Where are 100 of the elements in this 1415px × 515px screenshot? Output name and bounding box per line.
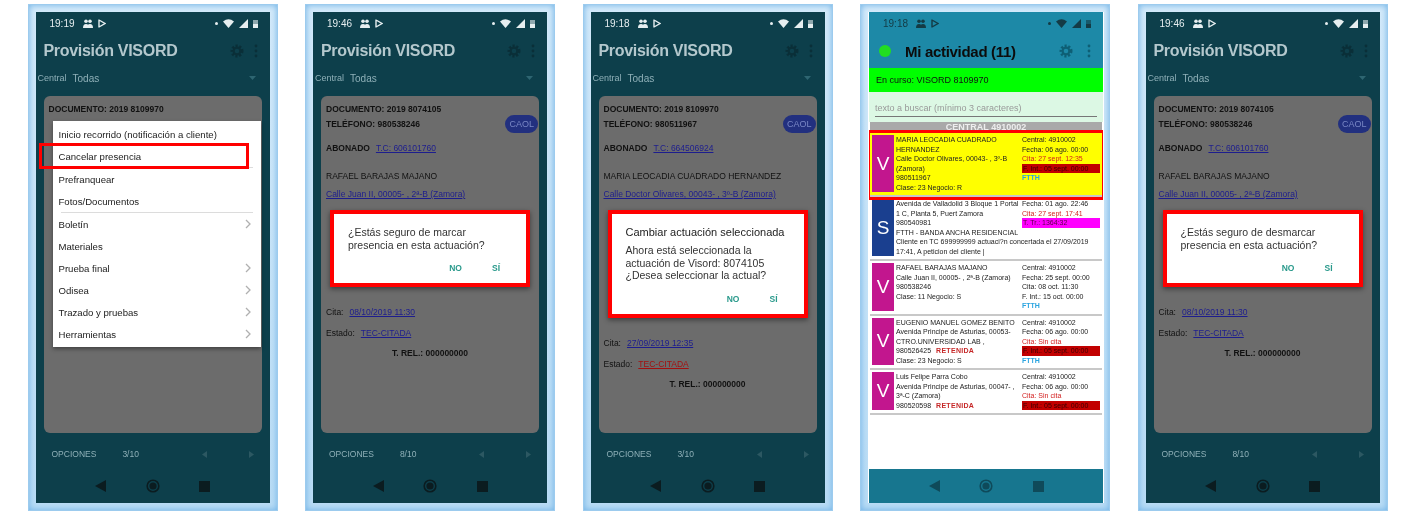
options-button[interactable]: OPCIONES <box>329 449 374 459</box>
menu-item[interactable]: Boletín <box>52 213 261 235</box>
signal-icon <box>516 18 525 28</box>
job-item[interactable] <box>870 197 1102 261</box>
dot-icon <box>214 21 218 25</box>
play-icon <box>931 18 940 28</box>
menu-item[interactable]: Inicio recorrido (notificación a cliente) <box>52 123 261 145</box>
dot-icon <box>1324 21 1328 25</box>
back-icon[interactable] <box>95 480 106 492</box>
record-field: TELÉFONO: 980538246 <box>326 118 506 130</box>
menu-item[interactable]: Cancelar presencia <box>40 145 247 167</box>
field-label: Cita: <box>1158 306 1176 318</box>
dialog-button[interactable]: SÍ <box>765 291 782 306</box>
menu-item[interactable]: Odisea <box>52 279 261 301</box>
dialog-message: ¿Estás seguro de marcar presencia en esta actuación? <box>348 226 486 251</box>
status-dot <box>879 45 891 57</box>
options-button[interactable]: OPCIONES <box>1161 449 1207 459</box>
menu-item[interactable]: Trazado y pruebas <box>52 301 261 323</box>
filter-dropdown[interactable]: Todas <box>350 72 377 84</box>
next-arrow-icon[interactable] <box>1358 450 1364 458</box>
dialog-button[interactable]: NO <box>445 261 466 275</box>
play-icon <box>652 18 661 28</box>
previous-arrow-icon[interactable] <box>201 450 207 458</box>
field-label: Estado: <box>1158 327 1188 339</box>
menu-item[interactable]: Prueba final <box>52 257 261 279</box>
recents-icon[interactable] <box>754 480 765 492</box>
filter-label: Central <box>592 73 622 83</box>
previous-arrow-icon[interactable] <box>1311 450 1317 458</box>
caol-badge[interactable]: CAOL <box>505 115 538 133</box>
back-icon[interactable] <box>928 480 940 492</box>
dialog-button[interactable]: NO <box>1277 261 1299 275</box>
battery-icon <box>807 18 813 28</box>
people-icon <box>916 18 927 28</box>
caol-badge[interactable]: CAOL <box>783 115 816 133</box>
home-icon[interactable] <box>145 479 160 493</box>
people-icon <box>1192 18 1203 28</box>
type-badge: V <box>872 263 894 311</box>
signal-icon <box>793 18 803 28</box>
filter-label: Central <box>315 73 344 83</box>
filter-dropdown[interactable]: Todas <box>627 72 655 84</box>
back-icon[interactable] <box>372 480 384 492</box>
chevron-icon <box>244 263 251 273</box>
field-label: Estado: <box>603 357 633 370</box>
recents-icon[interactable] <box>199 480 210 492</box>
wifi-icon <box>1332 18 1344 28</box>
next-arrow-icon[interactable] <box>526 450 531 458</box>
menu-item[interactable]: Herramientas <box>52 323 261 345</box>
previous-arrow-icon[interactable] <box>479 450 484 458</box>
home-icon[interactable] <box>979 479 993 493</box>
caret-icon[interactable] <box>1358 76 1366 80</box>
next-arrow-icon[interactable] <box>803 450 809 458</box>
settings-icon[interactable] <box>1059 44 1073 58</box>
status-time: 19:19 <box>49 17 75 29</box>
record-field: DOCUMENTO: 2019 8074105 <box>1158 103 1367 115</box>
menu-item[interactable]: Fotos/Documentos <box>52 190 261 212</box>
record-field: DOCUMENTO: 2019 8109970 <box>48 103 257 115</box>
filter-dropdown[interactable]: Todas <box>1182 72 1210 84</box>
customer-name: MARIA LEOCADIA CUADRADO HERNANDEZ <box>603 170 783 182</box>
caol-badge[interactable]: CAOL <box>1338 115 1371 133</box>
battery-icon <box>1086 18 1091 28</box>
dialog-button[interactable]: SÍ <box>487 261 504 275</box>
field-label: ABONADO <box>1158 142 1203 154</box>
recents-icon[interactable] <box>1032 480 1044 492</box>
people-icon <box>637 18 648 28</box>
field-label: ABONADO <box>326 142 370 154</box>
home-icon[interactable] <box>423 479 437 493</box>
home-icon[interactable] <box>1255 479 1270 493</box>
back-icon[interactable] <box>650 480 661 492</box>
dialog-button[interactable]: NO <box>722 291 744 306</box>
dialog-message: ¿Estás seguro de desmarcar presencia en esta actuación? <box>1180 226 1319 251</box>
menu-item[interactable]: Prefranquear <box>52 168 261 190</box>
options-button[interactable]: OPCIONES <box>606 449 652 459</box>
record-field: TELÉFONO: 980511967 <box>603 118 783 130</box>
app-title: Provisión VISORD <box>598 42 733 60</box>
people-icon <box>360 18 371 28</box>
back-icon[interactable] <box>1205 480 1216 492</box>
next-arrow-icon[interactable] <box>248 450 254 458</box>
more-icon[interactable] <box>1087 44 1091 58</box>
previous-arrow-icon[interactable] <box>756 450 762 458</box>
recents-icon[interactable] <box>476 480 488 492</box>
job-item[interactable] <box>870 315 1102 370</box>
reference-number: T. REL.: 000000000 <box>390 347 470 359</box>
caret-icon[interactable] <box>526 76 533 80</box>
chevron-icon <box>244 219 251 229</box>
caret-icon[interactable] <box>803 76 811 80</box>
caret-icon[interactable] <box>248 76 256 80</box>
options-button[interactable]: OPCIONES <box>51 449 97 459</box>
app-title: Provisión VISORD <box>321 42 455 60</box>
reference-number: T. REL.: 000000000 <box>1223 347 1302 359</box>
signal-icon <box>1348 18 1358 28</box>
dialog-button[interactable]: SÍ <box>1320 261 1337 275</box>
home-icon[interactable] <box>700 479 715 493</box>
dot-icon <box>769 21 773 25</box>
status-time: 19:46 <box>327 17 353 29</box>
recents-icon[interactable] <box>1309 480 1320 492</box>
page-counter: 3/10 <box>122 449 140 459</box>
wifi-icon <box>500 18 511 28</box>
signal-icon <box>238 18 248 28</box>
menu-item[interactable]: Materiales <box>52 235 261 257</box>
filter-dropdown[interactable]: Todas <box>72 72 100 84</box>
